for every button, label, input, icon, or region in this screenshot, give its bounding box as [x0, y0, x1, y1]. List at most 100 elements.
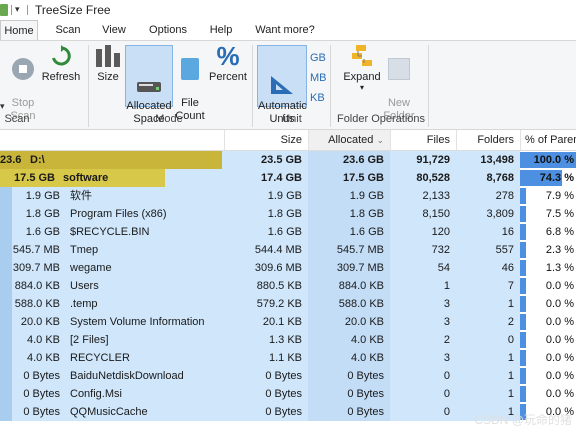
size-mode-button[interactable]: Size — [94, 45, 122, 84]
tree-cell[interactable]: 309.7 MB wegame — [0, 259, 224, 277]
folders-cell: 1 — [456, 385, 520, 403]
scan-dropdown-icon[interactable]: ▾ — [0, 101, 5, 112]
allocated-space-button[interactable]: Allocated Space — [125, 45, 173, 125]
column-folders[interactable]: Folders — [456, 130, 520, 150]
stop-scan-button[interactable]: Stop Scan — [6, 45, 40, 123]
tree-cell[interactable]: 1.6 GB $RECYCLE.BIN — [0, 223, 224, 241]
tree-cell[interactable]: 4.0 KB RECYCLER — [0, 349, 224, 367]
quick-access-dropdown-icon[interactable]: ▾ — [15, 4, 20, 15]
folder-operations-group-label: Folder Operations — [336, 113, 426, 125]
tab-options[interactable]: Options — [143, 20, 193, 40]
table-row[interactable]: 20.0 KB System Volume Information 20.1 KB 2… — [0, 313, 576, 331]
column-allocated[interactable]: Allocated ⌄ — [308, 130, 390, 150]
folder-name[interactable]: QQMusicCache — [70, 403, 148, 421]
units-mb-button[interactable]: MB — [310, 72, 327, 84]
percent-label: 1.3 % — [545, 262, 574, 274]
tree-cell[interactable]: 1.8 GB Program Files (x86) — [0, 205, 224, 223]
files-cell: 2,133 — [390, 187, 456, 205]
table-row[interactable]: 4.0 KB RECYCLER 1.1 KB 4.0 KB 3 1 0.0 % — [0, 349, 576, 367]
tree-size-label: 23.6 GB — [0, 154, 22, 184]
files-cell: 91,729 — [390, 151, 456, 169]
column-percent-of-parent[interactable]: % of Parent — [520, 130, 576, 150]
percent-label: 2.3 % — [545, 244, 574, 256]
folder-name[interactable]: wegame — [70, 259, 112, 277]
tab-home[interactable]: Home — [0, 20, 38, 41]
table-row[interactable]: 0 Bytes Config.Msi 0 Bytes 0 Bytes 0 1 0.0 % — [0, 385, 576, 403]
expand-button[interactable]: Expand ▾ — [342, 45, 382, 92]
tree-cell[interactable]: 545.7 MB Tmep — [0, 241, 224, 259]
percent-fill — [520, 314, 526, 330]
files-cell: 3 — [390, 313, 456, 331]
tree-cell[interactable]: 0 Bytes Config.Msi — [0, 385, 224, 403]
folder-name[interactable]: D:\ — [30, 151, 45, 169]
table-row[interactable]: 1.6 GB $RECYCLE.BIN 1.6 GB 1.6 GB 120 16 6.8 % — [0, 223, 576, 241]
tab-view[interactable]: View — [96, 20, 132, 40]
tree-cell[interactable]: 1.9 GB 软件 — [0, 187, 224, 205]
tree-cell[interactable]: 20.0 KB System Volume Information — [0, 313, 224, 331]
files-cell: 732 — [390, 241, 456, 259]
expand-folders-icon — [350, 45, 374, 67]
hard-drive-icon — [136, 61, 162, 92]
percent-label: 0.0 % — [545, 370, 574, 382]
tab-scan[interactable]: Scan — [50, 20, 86, 40]
table-row[interactable]: 884.0 KB Users 880.5 KB 884.0 KB 1 7 0.0 % — [0, 277, 576, 295]
percent-label: 6.8 % — [545, 226, 574, 238]
tree-cell[interactable]: 0 Bytes QQMusicCache — [0, 403, 224, 421]
tree-cell[interactable]: 884.0 KB Users — [0, 277, 224, 295]
table-row[interactable]: 0 Bytes BaiduNetdiskDownload 0 Bytes 0 Byte… — [0, 367, 576, 385]
table-row[interactable]: 17.5 GB software 17.4 GB 17.5 GB 80,528 8,768… — [0, 169, 576, 187]
percent-fill — [520, 350, 526, 366]
table-row[interactable]: 23.6 GBD:\23.5 GB23.6 GB91,72913,498100.… — [0, 151, 576, 184]
tree-size-label: 4.0 KB — [26, 352, 60, 364]
tree-cell[interactable]: 4.0 KB [2 Files] — [0, 331, 224, 349]
folder-name[interactable]: Tmep — [70, 241, 98, 259]
folder-name[interactable]: Users — [70, 277, 99, 295]
file-count-button[interactable]: File Count — [174, 45, 206, 123]
folder-name[interactable]: Program Files (x86) — [70, 205, 167, 223]
table-row[interactable]: 1.9 GB 软件 1.9 GB 1.9 GB 2,133 278 7.9 % — [0, 187, 576, 205]
allocated-cell: 545.7 MB — [308, 241, 390, 259]
percent-fill — [520, 368, 526, 384]
new-folder-button[interactable]: New Folder — [382, 45, 416, 123]
allocated-cell: 17.5 GB — [308, 169, 390, 187]
tab-help[interactable]: Help — [204, 20, 238, 40]
folder-name[interactable]: .temp — [70, 295, 98, 313]
tree-size-label: 4.0 KB — [26, 334, 60, 346]
units-gb-button[interactable]: GB — [310, 52, 326, 64]
tree-cell[interactable]: 17.5 GB software — [0, 169, 224, 187]
folder-name[interactable]: software — [63, 169, 108, 187]
folders-cell: 2 — [456, 313, 520, 331]
folder-name[interactable]: 软件 — [70, 187, 92, 205]
table-row[interactable]: 545.7 MB Tmep 544.4 MB 545.7 MB 732 557 2.3 % — [0, 241, 576, 259]
table-row[interactable]: 4.0 KB [2 Files] 1.3 KB 4.0 KB 2 0 0.0 % — [0, 331, 576, 349]
units-kb-button[interactable]: KB — [310, 92, 325, 104]
column-files[interactable]: Files — [390, 130, 456, 150]
tree-cell[interactable]: 0 Bytes BaiduNetdiskDownload — [0, 367, 224, 385]
size-cell: 1.1 KB — [224, 349, 308, 367]
refresh-button[interactable]: Refresh — [40, 45, 82, 84]
table-row[interactable]: 1.8 GB Program Files (x86) 1.8 GB 1.8 GB 8,1… — [0, 205, 576, 223]
table-row[interactable]: 588.0 KB .temp 579.2 KB 588.0 KB 3 1 0.0 % — [0, 295, 576, 313]
column-size[interactable]: Size — [224, 130, 308, 150]
tree-cell[interactable]: 23.6 GB D:\ — [0, 151, 224, 184]
files-cell: 1 — [390, 277, 456, 295]
folder-name[interactable]: [2 Files] — [70, 331, 109, 349]
size-cell: 20.1 KB — [224, 313, 308, 331]
size-cell: 1.9 GB — [224, 187, 308, 205]
quick-access-separator — [11, 5, 12, 15]
tree-list: 23.6 GBD:\23.5 GB23.6 GB91,72913,498100.… — [0, 151, 576, 432]
allocated-cell: 0 Bytes — [308, 403, 390, 421]
folder-name[interactable]: BaiduNetdiskDownload — [70, 367, 184, 385]
folder-name[interactable]: Config.Msi — [70, 385, 122, 403]
folder-name[interactable]: $RECYCLE.BIN — [70, 223, 149, 241]
percent-fill — [520, 206, 526, 222]
automatic-units-button[interactable]: Automatic Units ▾ — [257, 45, 307, 137]
folder-name[interactable]: System Volume Information — [70, 313, 205, 331]
files-cell: 8,150 — [390, 205, 456, 223]
tab-want-more[interactable]: Want more? — [252, 20, 318, 40]
folder-name[interactable]: RECYCLER — [70, 349, 130, 367]
percent-fill — [520, 386, 526, 402]
percent-button[interactable]: % Percent — [208, 43, 248, 84]
tree-cell[interactable]: 588.0 KB .temp — [0, 295, 224, 313]
table-row[interactable]: 309.7 MB wegame 309.6 MB 309.7 MB 54 46 1.3 % — [0, 259, 576, 277]
